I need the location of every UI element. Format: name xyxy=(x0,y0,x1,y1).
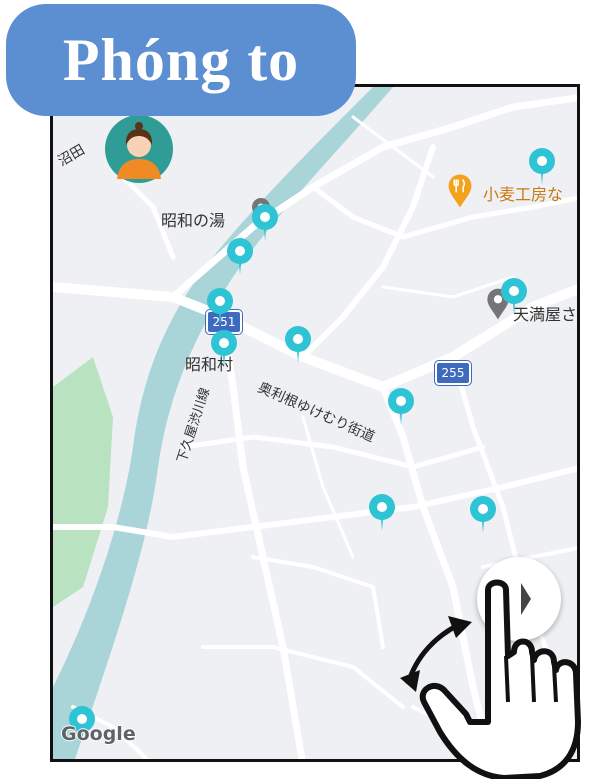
map-pin-icon[interactable] xyxy=(283,325,313,365)
route-shield-255: 255 xyxy=(435,361,471,385)
map-pin-icon[interactable] xyxy=(225,237,255,277)
title-badge: Phóng to xyxy=(6,4,356,116)
map-pin-icon[interactable] xyxy=(386,387,416,427)
map-pin-icon[interactable] xyxy=(527,147,557,187)
pinch-rotate-hand-icon xyxy=(400,579,581,779)
map-pin-icon[interactable] xyxy=(367,493,397,533)
map-pin-icon[interactable] xyxy=(499,277,529,317)
restaurant-fork-knife-icon[interactable] xyxy=(446,173,474,209)
title-text: Phóng to xyxy=(62,26,300,93)
label-onsen: 昭和の湯 xyxy=(161,211,226,230)
google-logo: Google xyxy=(61,723,136,745)
map-pin-icon[interactable] xyxy=(468,495,498,535)
map-pin-icon[interactable] xyxy=(205,287,235,327)
user-avatar-icon[interactable] xyxy=(105,115,173,183)
map-pin-icon[interactable] xyxy=(209,329,239,369)
